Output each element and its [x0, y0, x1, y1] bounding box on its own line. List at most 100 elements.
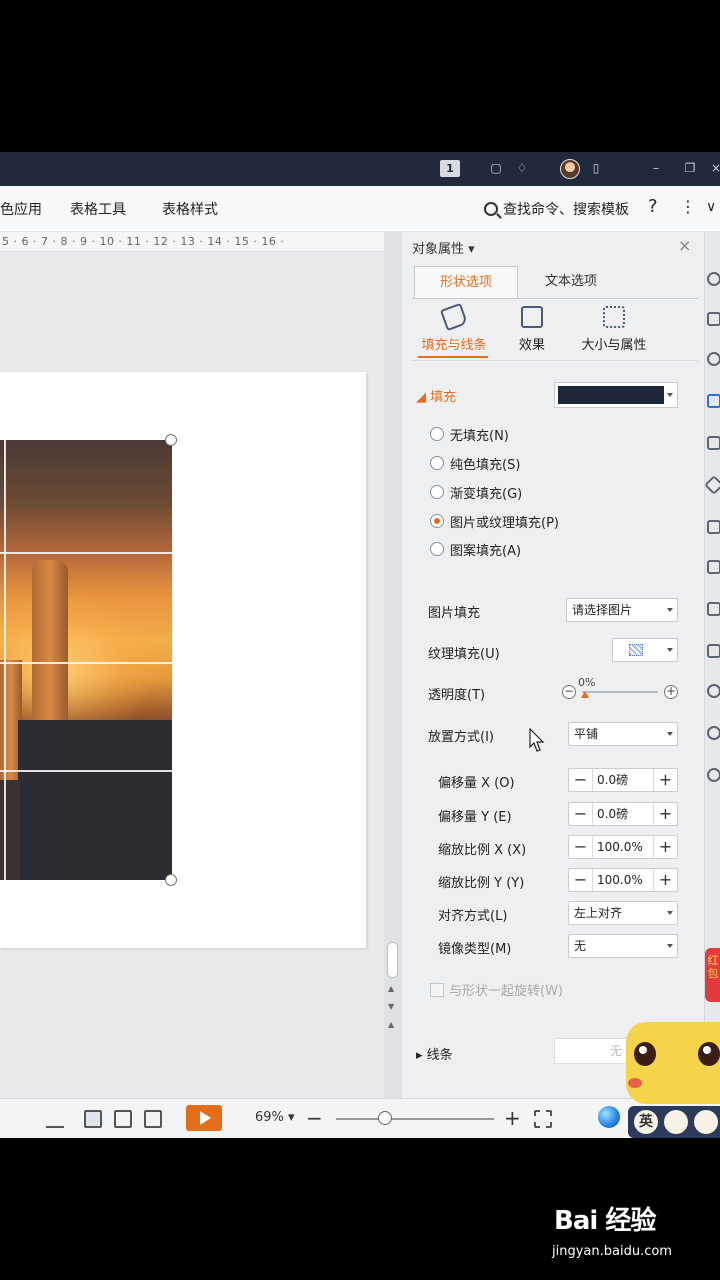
cloud-icon[interactable] — [707, 352, 720, 366]
resize-handle-bottom-right[interactable] — [165, 874, 177, 886]
scale-y-stepper[interactable]: − 100.0% + — [568, 868, 678, 892]
command-search[interactable]: 查找命令、搜索模板 — [484, 198, 629, 220]
resize-handle-top-right[interactable] — [165, 434, 177, 446]
ime-heart-icon[interactable] — [694, 1110, 718, 1134]
more-icon[interactable]: ⋮ — [680, 197, 696, 216]
placement-dropdown[interactable]: 平铺 — [568, 722, 678, 746]
speaker-icon[interactable] — [707, 644, 720, 658]
radio-pattern-fill[interactable]: 图案填充(A) — [430, 539, 521, 559]
radio-solid-fill[interactable]: 纯色填充(S) — [430, 453, 520, 473]
increment-button[interactable]: + — [653, 869, 677, 891]
fill-section-header[interactable]: ◢ 填充 — [416, 386, 456, 405]
slide-page[interactable] — [0, 372, 366, 948]
ime-emoji-icon[interactable] — [664, 1110, 688, 1134]
minimize-icon[interactable]: – — [648, 160, 664, 176]
reading-view-icon[interactable] — [144, 1110, 162, 1128]
help-circle-icon[interactable] — [707, 768, 720, 782]
zoom-slider-thumb[interactable] — [378, 1111, 392, 1125]
play-slideshow-button[interactable] — [186, 1105, 222, 1131]
copy-icon[interactable] — [707, 436, 720, 450]
radio-gradient-fill[interactable]: 渐变填充(G) — [430, 482, 522, 502]
offset-x-stepper[interactable]: − 0.0磅 + — [568, 768, 678, 792]
radio-button[interactable] — [430, 542, 444, 556]
close-window-icon[interactable]: × — [708, 160, 720, 176]
offset-y-value[interactable]: 0.0磅 — [597, 803, 628, 825]
radio-button[interactable] — [430, 427, 444, 441]
fill-color-picker[interactable] — [554, 382, 678, 408]
line-section-header[interactable]: ▸ 线条 — [416, 1044, 453, 1063]
properties-icon[interactable] — [707, 394, 720, 408]
radio-no-fill[interactable]: 无填充(N) — [430, 424, 509, 444]
star-icon[interactable] — [704, 475, 720, 495]
tab-shape-options[interactable]: 形状选项 — [414, 266, 518, 298]
increment-button[interactable]: + — [653, 836, 677, 858]
slider-thumb[interactable] — [581, 691, 589, 698]
selected-picture[interactable] — [0, 440, 172, 880]
mirror-dropdown[interactable]: 无 — [568, 934, 678, 958]
slider-track[interactable] — [582, 691, 658, 693]
document-canvas[interactable]: 5 · 6 · 7 · 8 · 9 · 10 · 11 · 12 · 13 · … — [0, 232, 388, 1098]
help-icon[interactable]: ? — [648, 196, 658, 217]
ime-language-toggle[interactable]: 英 — [634, 1110, 658, 1134]
tab-table-tools[interactable]: 表格工具 — [70, 199, 126, 219]
scroll-down-icon[interactable]: ▼ — [388, 1002, 394, 1011]
phone-icon[interactable]: ▯ — [588, 160, 604, 176]
radio-button[interactable] — [430, 456, 444, 470]
radio-button-selected[interactable] — [430, 514, 444, 528]
red-packet-badge[interactable]: 红包 — [705, 948, 720, 1002]
decrement-button[interactable]: − — [569, 803, 593, 825]
select-icon[interactable] — [707, 312, 720, 326]
page-badge[interactable]: 1 — [440, 160, 460, 177]
fit-window-icon[interactable] — [534, 1110, 552, 1128]
page-prev-icon[interactable]: ▲ — [388, 1020, 394, 1029]
box-icon[interactable] — [707, 520, 720, 534]
radio-picture-texture-fill[interactable]: 图片或纹理填充(P) — [430, 511, 559, 531]
zoom-out-button[interactable]: − — [306, 1106, 323, 1130]
subtab-fill-line[interactable]: 填充与线条 — [416, 302, 492, 353]
picture-fill-dropdown[interactable]: 请选择图片 — [566, 598, 678, 622]
texture-fill-dropdown[interactable] — [612, 638, 678, 662]
rotate-icon[interactable] — [707, 684, 720, 698]
tab-text-options[interactable]: 文本选项 — [518, 266, 624, 298]
edit-icon[interactable] — [707, 560, 720, 574]
decrement-button[interactable]: − — [569, 836, 593, 858]
align-dropdown[interactable]: 左上对齐 — [568, 901, 678, 925]
slide-sorter-icon[interactable] — [114, 1110, 132, 1128]
panel-title[interactable]: 对象属性 ▾ — [412, 238, 475, 257]
transparency-plus-button[interactable]: + — [664, 685, 678, 699]
avatar[interactable] — [560, 159, 580, 179]
shape-icon[interactable] — [707, 272, 720, 286]
subtab-size-properties[interactable]: 大小与属性 — [572, 306, 656, 353]
scroll-up-icon[interactable]: ▲ — [388, 984, 394, 993]
scale-y-value[interactable]: 100.0% — [597, 869, 643, 891]
close-icon[interactable]: × — [678, 236, 691, 255]
rotate-with-shape-checkbox[interactable]: 与形状一起旋转(W) — [430, 980, 563, 999]
notes-icon[interactable] — [46, 1110, 64, 1128]
decrement-button[interactable]: − — [569, 769, 593, 791]
doc-icon[interactable]: ▢ — [488, 160, 504, 176]
checkbox[interactable] — [430, 982, 444, 997]
tab-table-style[interactable]: 表格样式 — [162, 199, 218, 219]
tab-color-apply[interactable]: 色应用 — [0, 199, 42, 219]
collapse-ribbon-icon[interactable]: ∨ — [706, 199, 716, 215]
increment-button[interactable]: + — [653, 769, 677, 791]
zoom-level[interactable]: 69% ▾ — [255, 1110, 295, 1125]
zoom-in-button[interactable]: + — [504, 1106, 521, 1130]
image-icon[interactable] — [707, 602, 720, 616]
scale-x-value[interactable]: 100.0% — [597, 836, 643, 858]
restore-icon[interactable]: ❐ — [682, 160, 698, 176]
decrement-button[interactable]: − — [569, 869, 593, 891]
scroll-thumb[interactable] — [387, 942, 398, 978]
shirt-icon[interactable]: ♢ — [514, 160, 530, 176]
increment-button[interactable]: + — [653, 803, 677, 825]
history-icon[interactable] — [707, 726, 720, 740]
subtab-effect[interactable]: 效果 — [510, 306, 554, 353]
vertical-scrollbar[interactable]: ▲ ▼ ▲ — [384, 232, 402, 1098]
normal-view-icon[interactable] — [84, 1110, 102, 1128]
zoom-slider-track[interactable] — [336, 1118, 494, 1120]
radio-button[interactable] — [430, 485, 444, 499]
offset-y-stepper[interactable]: − 0.0磅 + — [568, 802, 678, 826]
offset-x-value[interactable]: 0.0磅 — [597, 769, 628, 791]
scale-x-stepper[interactable]: − 100.0% + — [568, 835, 678, 859]
assistant-orb-icon[interactable] — [598, 1106, 620, 1128]
